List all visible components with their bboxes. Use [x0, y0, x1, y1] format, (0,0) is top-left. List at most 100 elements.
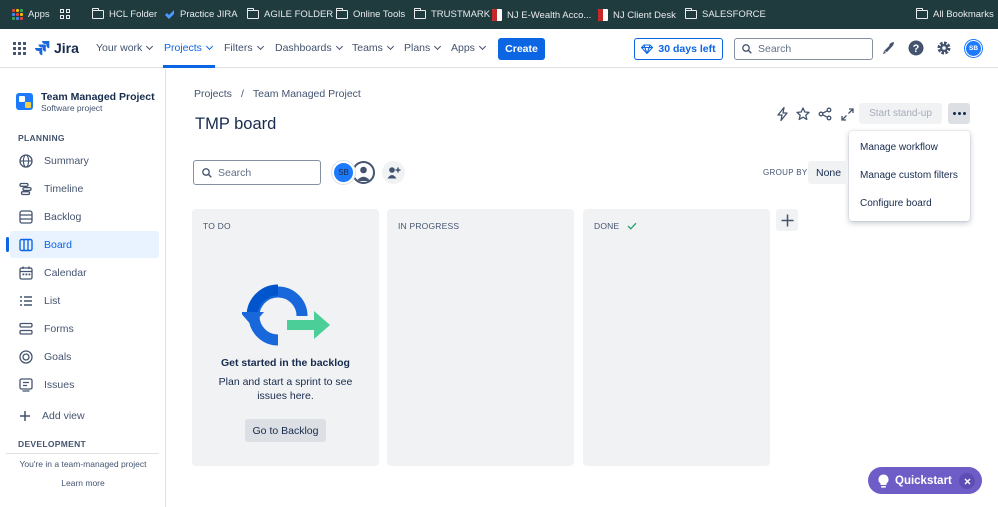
project-name[interactable]: Team Managed Project [41, 91, 155, 103]
help-icon[interactable]: ? [908, 40, 924, 56]
start-standup-button[interactable]: Start stand-up [859, 103, 942, 124]
project-sidebar: Team Managed Project Software project PL… [0, 69, 166, 507]
nav-plans[interactable]: Plans [404, 42, 442, 54]
share-icon [818, 107, 832, 121]
user-icon [356, 166, 371, 181]
folder-icon [413, 8, 426, 19]
nav-filters[interactable]: Filters [224, 42, 264, 54]
chevron-down-icon [205, 42, 213, 51]
bookmark-label: AGILE FOLDER [264, 9, 334, 20]
profile-avatar[interactable]: SB [965, 40, 982, 57]
menu-item-manage-custom-filters[interactable]: Manage custom filters [860, 170, 958, 181]
bookmark-hcl-folder[interactable]: HCL Folder [91, 8, 158, 20]
share-button[interactable] [816, 105, 834, 123]
app-switcher-icon[interactable] [13, 42, 26, 55]
sidebar-item-label: Calendar [44, 266, 87, 279]
board-search-input[interactable]: Search [193, 160, 321, 185]
bookmark-nj-client-desk[interactable]: NJ Client Desk [598, 9, 676, 21]
learn-more-link[interactable]: Learn more [0, 478, 166, 488]
bookmark-agile-folder[interactable]: AGILE FOLDER [246, 8, 334, 20]
sidebar-item-issues[interactable]: Issues [10, 371, 159, 398]
trial-button[interactable]: 30 days left [634, 38, 723, 60]
bookmark-salesforce[interactable]: SALESFORCE [684, 8, 766, 20]
star-button[interactable] [794, 105, 812, 123]
global-search-input[interactable]: Search [734, 38, 873, 60]
bookmark-all-bookmarks[interactable]: All Bookmarks [915, 8, 994, 20]
nav-projects[interactable]: Projects [164, 42, 213, 54]
menu-item-configure-board[interactable]: Configure board [860, 198, 932, 209]
automation-button[interactable] [773, 105, 791, 123]
goals-icon [19, 349, 33, 364]
sidebar-item-backlog[interactable]: Backlog [10, 203, 159, 230]
bookmark-trustmark[interactable]: TRUSTMARK [413, 8, 491, 20]
sidebar-item-label: Board [44, 238, 73, 251]
project-avatar-icon [16, 93, 33, 110]
calendar-icon [19, 266, 33, 280]
sidebar-item-label: Add view [42, 409, 85, 422]
nav-label: Apps [451, 42, 475, 54]
bookmark-practice-jira[interactable]: Practice JIRA [164, 9, 238, 20]
breadcrumb-separator: / [240, 88, 244, 100]
bookmark-label: SALESFORCE [702, 9, 766, 20]
bookmark-nj-ewealth[interactable]: NJ E-Wealth Acco... [492, 9, 591, 21]
diamond-icon [641, 44, 654, 54]
fullscreen-button[interactable] [838, 105, 856, 123]
list-icon [20, 295, 32, 306]
more-actions-button[interactable] [948, 103, 970, 124]
sidebar-item-summary[interactable]: Summary [10, 147, 159, 174]
bookmark-label: HCL Folder [109, 9, 158, 20]
bookmarks-bar: Apps HCL Folder Practice JIRA AGILE FOLD… [0, 0, 998, 29]
sidebar-item-calendar[interactable]: Calendar [10, 259, 159, 286]
bookmark-apps[interactable]: Apps [12, 9, 50, 20]
sidebar-divider [6, 453, 159, 454]
more-dot-icon [952, 112, 956, 115]
create-button[interactable]: Create [498, 38, 545, 60]
nav-apps[interactable]: Apps [451, 42, 486, 54]
nav-your-work[interactable]: Your work [96, 42, 154, 54]
expand-icon [840, 107, 854, 121]
go-to-backlog-button[interactable]: Go to Backlog [245, 419, 326, 442]
sidebar-item-label: Goals [44, 350, 72, 363]
forms-icon [19, 322, 33, 335]
jira-logo[interactable]: Jira [35, 40, 79, 56]
breadcrumb-projects[interactable]: Projects [194, 88, 232, 100]
quickstart-close-button[interactable] [959, 473, 975, 489]
board-column-done: DONE [583, 209, 770, 466]
sidebar-item-goals[interactable]: Goals [10, 343, 159, 370]
column-title: DONE [594, 221, 620, 231]
sidebar-item-timeline[interactable]: Timeline [10, 175, 159, 202]
add-column-button[interactable] [776, 209, 798, 231]
jira-icon [35, 41, 50, 56]
nav-teams[interactable]: Teams [352, 42, 394, 54]
check-icon [627, 222, 637, 230]
nav-dashboards[interactable]: Dashboards [275, 42, 343, 54]
board-icon [19, 238, 33, 251]
assignee-avatar-sb[interactable]: SB [332, 161, 355, 184]
folder-icon [246, 8, 259, 19]
quickstart-button[interactable]: Quickstart [868, 467, 982, 494]
development-header: DEVELOPMENT [18, 439, 87, 449]
sidebar-item-label: Summary [44, 154, 89, 167]
settings-gear-icon[interactable] [936, 40, 952, 56]
menu-item-manage-workflow[interactable]: Manage workflow [860, 142, 938, 153]
tab-grid-button[interactable] [60, 9, 70, 19]
chevron-down-icon [478, 42, 486, 51]
quickstart-label: Quickstart [895, 474, 952, 487]
chevron-down-icon [335, 42, 343, 51]
bookmark-online-tools[interactable]: Online Tools [335, 8, 405, 20]
notifications-icon[interactable] [881, 41, 895, 55]
globe-icon [19, 153, 33, 168]
breadcrumb: Projects / Team Managed Project [194, 88, 361, 100]
more-dot-icon [957, 112, 961, 115]
assignee-avatar-unassigned[interactable] [352, 161, 375, 184]
grid-icon [60, 9, 70, 19]
add-people-button[interactable] [382, 161, 405, 184]
group-by-select[interactable]: None [808, 161, 848, 184]
sidebar-item-list[interactable]: List [10, 287, 159, 314]
sidebar-item-board[interactable]: Board [6, 231, 159, 258]
bookmark-label: TRUSTMARK [431, 9, 491, 20]
sidebar-item-forms[interactable]: Forms [10, 315, 159, 342]
breadcrumb-project[interactable]: Team Managed Project [253, 88, 361, 100]
chevron-down-icon [434, 42, 442, 51]
sidebar-add-view[interactable]: Add view [10, 402, 159, 429]
